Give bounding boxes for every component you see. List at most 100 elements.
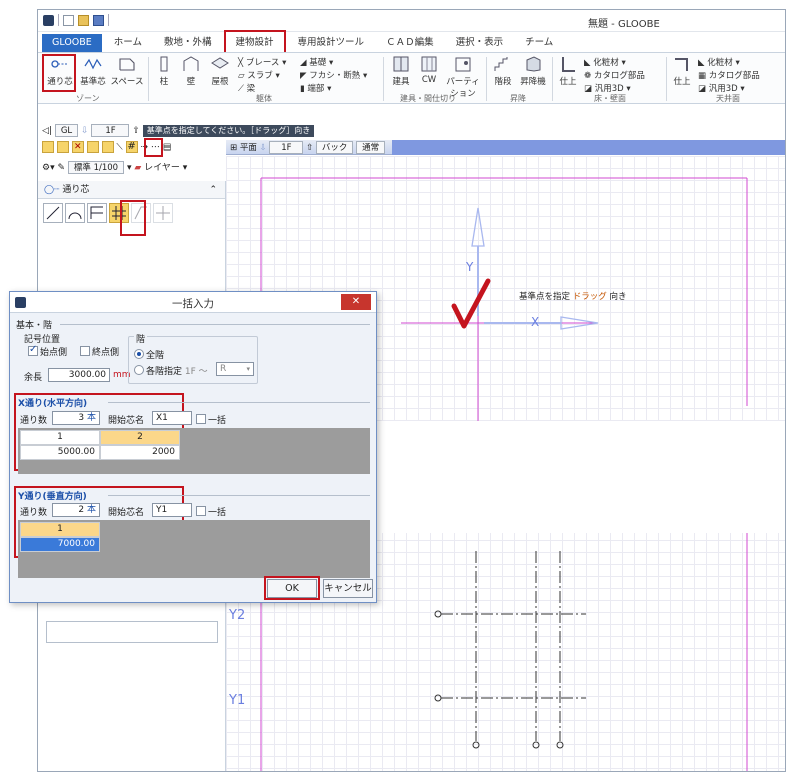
tab-cad-edit[interactable]: ＣＡＤ編集: [376, 31, 444, 52]
y-count-field[interactable]: 2 本: [52, 503, 100, 517]
catalog-button-2[interactable]: ▦ カタログ部品: [698, 69, 760, 81]
tab-special-tools[interactable]: 専用設計ツール: [288, 31, 375, 52]
chevron-down-icon[interactable]: ▾: [124, 163, 132, 173]
line-shape-button[interactable]: [43, 203, 63, 223]
start-side-checkbox[interactable]: [28, 344, 38, 356]
new-file-icon[interactable]: [63, 14, 74, 26]
space-button[interactable]: スペース: [110, 56, 144, 87]
draw-tool-2-icon[interactable]: [56, 141, 69, 153]
all-floors-radio[interactable]: [134, 349, 144, 359]
view-floor-field[interactable]: 1F: [269, 141, 304, 154]
shape-toolbar: [43, 203, 173, 223]
x-count-value: 3: [78, 413, 85, 423]
panel-input-box[interactable]: [46, 621, 218, 643]
insulation-icon: ◤: [300, 71, 310, 81]
fitting-button[interactable]: 建具: [388, 56, 414, 87]
plan-view-icon[interactable]: ⊞: [230, 143, 237, 153]
tab-select-view[interactable]: 選択・表示: [446, 31, 514, 52]
roof-button[interactable]: 屋根: [206, 56, 234, 87]
column-button[interactable]: 柱: [152, 56, 176, 87]
to-floor-select[interactable]: R ▾: [216, 362, 254, 376]
elevator-button[interactable]: 昇降機: [518, 56, 548, 87]
reference-line-label: 基準芯: [80, 77, 106, 87]
x-count-field[interactable]: 3 本: [52, 411, 100, 425]
stairs-button[interactable]: 階段: [490, 56, 516, 87]
end-side-checkbox[interactable]: [80, 346, 90, 356]
x-bulk-checkbox[interactable]: [196, 414, 206, 424]
edge-button[interactable]: ▮ 端部 ▾: [300, 82, 331, 94]
brace-icon: ╳: [238, 58, 246, 68]
open-folder-icon[interactable]: [78, 14, 89, 26]
cancel-button[interactable]: キャンセル: [323, 579, 373, 598]
reference-line-button[interactable]: 基準芯: [78, 56, 108, 87]
y-value-cell[interactable]: 7000.00: [20, 537, 100, 552]
delete-tool-icon[interactable]: ✕: [71, 141, 84, 153]
foundation-button[interactable]: ◢ 基礎 ▾: [300, 56, 333, 68]
tab-home[interactable]: ホーム: [104, 31, 152, 52]
wall-label: 壁: [186, 77, 196, 87]
x-header-cell[interactable]: 2: [100, 430, 180, 445]
collapse-icon[interactable]: ⌃: [209, 181, 217, 199]
app-logo-icon[interactable]: [43, 14, 54, 26]
batch-grid-icon[interactable]: #: [125, 141, 138, 153]
tab-team[interactable]: チーム: [515, 31, 563, 52]
finish-ceiling-button[interactable]: 仕上: [670, 56, 694, 87]
all-floors-label: 全階: [146, 351, 165, 361]
floor-down-icon[interactable]: ◁|: [42, 126, 52, 136]
y-header-cell[interactable]: 1: [20, 522, 100, 537]
y-bulk-option[interactable]: 一括: [196, 505, 226, 518]
close-icon[interactable]: ✕: [341, 294, 371, 310]
floor-field[interactable]: 1F: [91, 124, 130, 137]
x-bulk-option[interactable]: 一括: [196, 413, 226, 426]
chevron-down-icon[interactable]: ▾: [180, 163, 188, 173]
wall-button[interactable]: 壁: [178, 56, 204, 87]
brace-button[interactable]: ╳ ブレース ▾: [238, 56, 286, 68]
finish-wall-button[interactable]: 仕上: [556, 56, 580, 87]
draw-tool-3-icon[interactable]: [86, 141, 99, 153]
trim-button-2[interactable]: ◣ 化粧材 ▾: [698, 56, 740, 68]
arrow-down-icon[interactable]: ⇩: [260, 143, 270, 153]
insulation-button[interactable]: ◤ フカシ・断熱 ▾: [300, 69, 367, 81]
slab-button[interactable]: ▱ スラブ ▾: [238, 69, 280, 81]
all-floors-option[interactable]: 全階: [134, 348, 164, 361]
x-header-cell[interactable]: 1: [20, 430, 100, 445]
each-floor-option[interactable]: 各階指定 1F ～: [134, 364, 208, 377]
rect-grid-button[interactable]: [87, 203, 107, 223]
draw-tool-1-icon[interactable]: [42, 141, 54, 153]
catalog-button-1[interactable]: ❁ カタログ部品: [584, 69, 645, 81]
ok-button[interactable]: OK: [267, 579, 317, 598]
curtain-wall-button[interactable]: CW: [416, 56, 442, 85]
end-side-option[interactable]: 終点側: [80, 345, 119, 358]
arrow-down-icon[interactable]: ⇩: [81, 126, 89, 136]
tab-building-design[interactable]: 建物設計: [223, 30, 286, 52]
arrow-up-icon[interactable]: ⇧: [132, 126, 140, 136]
draw-tool-4-icon[interactable]: [101, 141, 114, 153]
plan-label[interactable]: 平面: [240, 143, 257, 153]
arc-shape-button[interactable]: [65, 203, 85, 223]
x-value-cell[interactable]: 2000: [100, 445, 180, 460]
arrow-up-icon[interactable]: ⇧: [306, 143, 316, 153]
tab-gloobe[interactable]: GLOOBE: [42, 34, 102, 52]
gl-button[interactable]: GL: [54, 124, 79, 137]
extend-grid-button[interactable]: [153, 203, 173, 223]
layer-select[interactable]: レイヤー: [144, 163, 180, 173]
y-start-name-field[interactable]: Y1: [152, 503, 192, 517]
view-icon[interactable]: ⚙▾: [42, 163, 55, 173]
start-side-option[interactable]: 始点側: [28, 344, 67, 358]
beam-button[interactable]: ⟋ 梁: [238, 82, 255, 94]
y-bulk-checkbox[interactable]: [196, 506, 206, 516]
x-start-name-field[interactable]: X1: [152, 411, 192, 425]
normal-mode-button[interactable]: 通常: [356, 141, 386, 154]
property-icon[interactable]: ▤: [163, 143, 172, 153]
layer-icon[interactable]: ▰: [134, 163, 141, 173]
trim-button-1[interactable]: ◣ 化粧材 ▾: [584, 56, 626, 68]
save-icon[interactable]: [93, 14, 104, 26]
extra-length-field[interactable]: 3000.00: [48, 368, 110, 382]
x-value-cell[interactable]: 5000.00: [20, 445, 100, 460]
tab-site[interactable]: 敷地・外構: [154, 31, 222, 52]
pen-icon[interactable]: ✎: [57, 163, 65, 173]
scale-select[interactable]: 標準 1/100: [67, 161, 125, 174]
y-section-label: Y通り(垂直方向): [18, 492, 87, 502]
each-floor-radio[interactable]: [134, 365, 144, 375]
back-button[interactable]: バック: [315, 141, 354, 154]
